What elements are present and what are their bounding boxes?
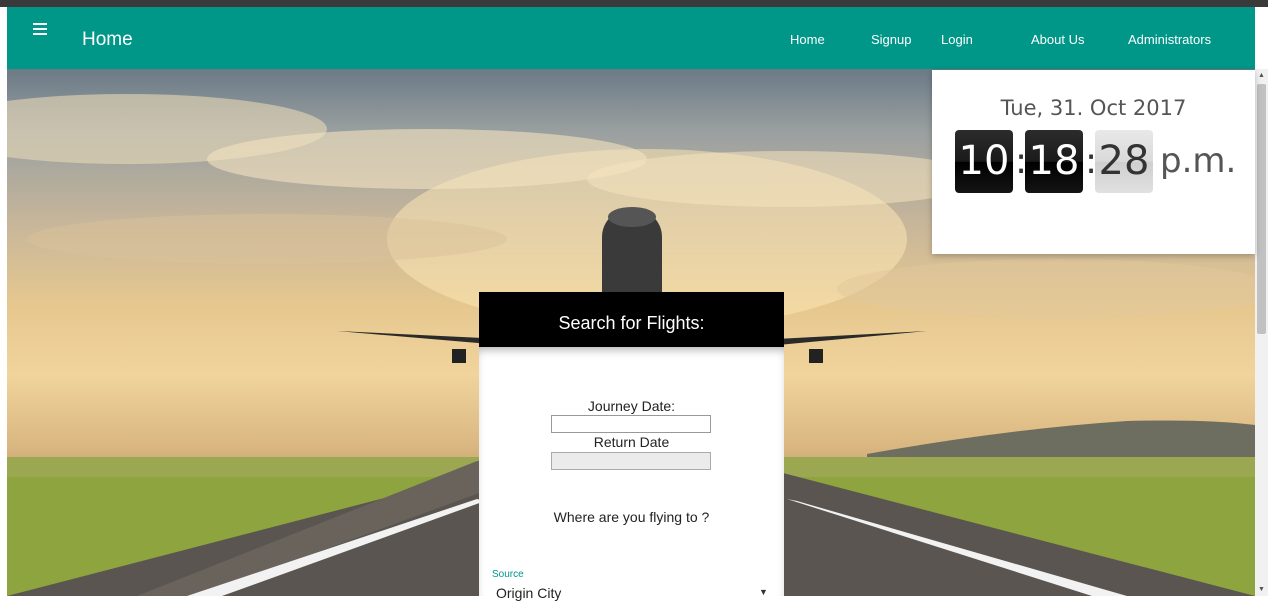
nav-about-us[interactable]: About Us (1031, 32, 1084, 47)
browser-top-border (0, 0, 1268, 7)
journey-date-label: Journey Date: (587, 398, 676, 414)
scrollbar-thumb[interactable] (1257, 84, 1266, 334)
clock-ampm: p.m. (1160, 141, 1237, 181)
nav-signup[interactable]: Signup (871, 32, 911, 47)
nav-login[interactable]: Login (941, 32, 973, 47)
clock-minutes: 18 (1025, 130, 1083, 193)
search-panel: Journey Date: Return Date Where are you … (479, 347, 784, 601)
destination-question: Where are you flying to ? (553, 509, 710, 525)
clock-seconds: 28 (1095, 130, 1153, 193)
return-date-input[interactable] (551, 452, 711, 470)
source-label: Source (492, 569, 524, 580)
menu-icon[interactable] (33, 23, 47, 35)
clock-widget: Tue, 31. Oct 2017 10 : 18 : 28 p.m. (932, 70, 1255, 254)
search-panel-title: Search for Flights: (479, 292, 784, 347)
clock-hours: 10 (955, 130, 1013, 193)
nav-administrators[interactable]: Administrators (1128, 32, 1211, 47)
source-select[interactable]: Origin City (496, 585, 561, 601)
clock-date: Tue, 31. Oct 2017 (1000, 96, 1187, 120)
nav-home[interactable]: Home (790, 32, 825, 47)
navbar: Home Home Signup Login About Us Administ… (7, 7, 1255, 69)
brand-title[interactable]: Home (82, 29, 133, 51)
scroll-down-icon[interactable]: ▼ (1257, 586, 1266, 594)
return-date-label: Return Date (593, 434, 670, 450)
journey-date-input[interactable] (551, 415, 711, 433)
scroll-up-icon[interactable]: ▲ (1257, 72, 1266, 80)
